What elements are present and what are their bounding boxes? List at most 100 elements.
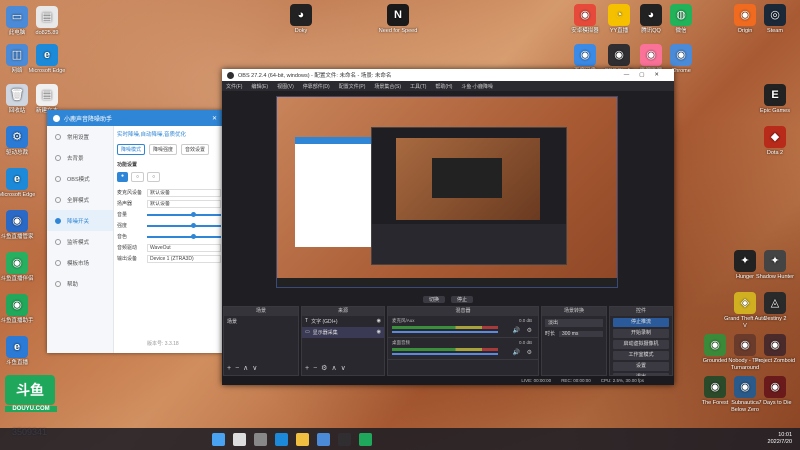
gear-icon[interactable]: ⚙	[527, 327, 532, 334]
row-select[interactable]: 默认设备	[147, 188, 221, 197]
channel-name: 麦克风/Aux	[392, 318, 415, 323]
desktop-icon-left-9[interactable]: ◉ 斗鱼直播伴侣	[0, 252, 38, 283]
scenes-toolbar[interactable]: +−∧∨	[227, 364, 261, 372]
source-label: 显示器采集	[312, 330, 338, 336]
taskbar-obs-studio-icon[interactable]	[338, 432, 351, 446]
helper-tab-1[interactable]: 降噪强度	[149, 144, 178, 155]
menu-item-1[interactable]: 编辑(E)	[251, 83, 268, 90]
source-item[interactable]: T 文字 (GDI+) ◉	[302, 316, 384, 327]
gear-icon[interactable]: ⚙	[527, 349, 532, 356]
menu-item-3[interactable]: 停靠部件(D)	[303, 83, 330, 90]
helper-titlebar[interactable]: 小鹿声音降噪助手 ✕	[47, 110, 223, 126]
helper-heading: 实时降噪,自动降噪,音质优化	[117, 132, 187, 138]
menu-item-0[interactable]: 文件(F)	[226, 83, 242, 90]
row-label: 扬声器	[117, 201, 133, 207]
visibility-eye-icon[interactable]: ◉	[377, 329, 381, 336]
row-slider[interactable]	[147, 211, 221, 217]
noise-helper-window: 小鹿声音降噪助手 ✕ 常用设置 去背景 OBS模式 全屏模式 降噪开关 监听模式 模板市场帮…	[47, 110, 223, 353]
helper-tab-2[interactable]: 音效设置	[181, 144, 210, 155]
menu-item-4[interactable]: 配置文件(P)	[339, 83, 366, 90]
menu-item-5[interactable]: 场景集合(S)	[374, 83, 401, 90]
desktop-icon-left-8[interactable]: ◉ 斗鱼直播管家	[0, 210, 38, 241]
taskbar-item-icon[interactable]	[296, 432, 309, 446]
desktop-icon-top-0[interactable]: ◕ Doky	[280, 4, 322, 35]
helper-nav-4[interactable]: 降噪开关	[47, 210, 113, 231]
menu-item-8[interactable]: 斗鱼·小鹿降噪	[461, 83, 493, 90]
scene-item[interactable]: 场景	[224, 316, 298, 327]
helper-tabs: 降噪模式 降噪强度 音效设置	[117, 144, 221, 155]
obs-preview[interactable]	[276, 96, 618, 288]
slider-handle[interactable]	[191, 233, 197, 239]
speaker-icon[interactable]: 🔊	[513, 327, 520, 334]
obs-titlebar[interactable]: OBS 27.2.4 (64-bit, windows) - 配置文件: 未命名…	[222, 69, 674, 81]
helper-mode-switch[interactable]: ● ○ ○	[117, 172, 221, 182]
control-button-2[interactable]: 启动虚拟摄像机	[613, 340, 669, 349]
desktop-icon-left-6[interactable]: ⚙ 驱动总裁	[0, 126, 38, 157]
slider-handle[interactable]	[191, 211, 197, 217]
desktop-icon-right-11[interactable]: ◆ Dota 2	[754, 126, 796, 157]
helper-nav-7[interactable]: 帮助	[47, 273, 113, 294]
volume-slider[interactable]	[392, 331, 498, 333]
taskbar-item-icon[interactable]	[359, 432, 372, 446]
menu-item-6[interactable]: 工具(T)	[410, 83, 426, 90]
switch-button[interactable]: 切换	[422, 295, 445, 303]
desktop-icon-left-11[interactable]: e 斗鱼直播	[0, 336, 38, 367]
cpu-status: CPU: 2.5%, 30.00 fps	[600, 378, 644, 383]
row-select[interactable]: 默认设备	[147, 199, 221, 208]
taskbar-item-icon[interactable]	[254, 432, 267, 446]
window-controls[interactable]: —▢✕	[624, 72, 669, 78]
desktop-icon-right-15[interactable]: ◬ Destiny 2	[754, 292, 796, 323]
stop-button[interactable]: 停止	[451, 295, 474, 303]
row-slider[interactable]	[147, 222, 221, 228]
volume-slider[interactable]	[392, 353, 498, 355]
control-button-3[interactable]: 工作室模式	[613, 351, 669, 360]
control-button-0[interactable]: 停止推流	[613, 318, 669, 327]
transition-select[interactable]: 淡出	[545, 319, 603, 327]
app-icon: ◉	[734, 376, 756, 398]
taskbar-item-icon[interactable]	[212, 432, 225, 446]
menu-item-2[interactable]: 视图(V)	[277, 83, 294, 90]
helper-nav-0[interactable]: 常用设置	[47, 126, 113, 147]
desktop-icon-label: 驱动总裁	[5, 150, 28, 156]
row-select[interactable]: WaveOut	[147, 243, 221, 252]
menu-item-7[interactable]: 帮助(H)	[435, 83, 452, 90]
desktop-icon-right-21[interactable]: ◉ 7 Days to Die	[754, 376, 796, 407]
scenes-title: 场景	[224, 307, 298, 316]
helper-nav-3[interactable]: 全屏模式	[47, 189, 113, 210]
helper-close-icon[interactable]: ✕	[212, 115, 217, 122]
slider-handle[interactable]	[191, 222, 197, 228]
row-label: 麦克风设备	[117, 190, 143, 196]
helper-nav-1[interactable]: 去背景	[47, 147, 113, 168]
app-icon: ◉	[574, 4, 596, 26]
duration-input[interactable]: 300 ms	[559, 330, 603, 337]
helper-nav-6[interactable]: 模板市场	[47, 252, 113, 273]
desktop-icon-right-5[interactable]: ◎ Steam	[754, 4, 796, 35]
row-slider[interactable]	[147, 233, 221, 239]
desktop-icon-right-10[interactable]: E Epic Games	[754, 84, 796, 115]
level-meter	[392, 326, 498, 329]
row-select[interactable]: Device 1 (ZTRA3D)	[147, 254, 221, 263]
desktop-icon-right-13[interactable]: ✦ Shadow Hunter	[754, 250, 796, 281]
taskbar-chrome-icon[interactable]	[317, 432, 330, 446]
text-source-icon: T	[305, 318, 309, 324]
system-tray[interactable]: 10:01 2022/7/20	[768, 432, 792, 446]
speaker-icon[interactable]: 🔊	[513, 349, 520, 356]
level-meter	[392, 348, 498, 351]
helper-tab-0[interactable]: 降噪模式	[117, 144, 146, 155]
sources-toolbar[interactable]: +−⚙∧∨	[305, 364, 350, 372]
desktop-icon-left-7[interactable]: e Microsoft Edge	[0, 168, 38, 199]
desktop-icon-right-3[interactable]: ◍ 微信	[660, 4, 702, 35]
desktop-icon-top-1[interactable]: N Need for Speed	[377, 4, 419, 35]
desktop-icon-right-18[interactable]: ◉ Project Zomboid	[754, 334, 796, 365]
desktop-icon-left-3[interactable]: e Microsoft Edge	[26, 44, 68, 75]
taskbar-edge-icon[interactable]	[275, 432, 288, 446]
taskbar-item-icon[interactable]	[233, 432, 246, 446]
helper-nav-2[interactable]: OBS模式	[47, 168, 113, 189]
desktop-icon-left-10[interactable]: ◉ 斗鱼直播助手	[0, 294, 38, 325]
visibility-eye-icon[interactable]: ◉	[377, 318, 381, 325]
helper-nav-5[interactable]: 监听模式	[47, 231, 113, 252]
desktop-icon-left-1[interactable]: ▤ do825.89	[26, 6, 68, 37]
source-item[interactable]: ▭ 显示器采集 ◉	[302, 327, 384, 338]
control-button-4[interactable]: 设置	[613, 362, 669, 371]
control-button-1[interactable]: 开始录制	[613, 329, 669, 338]
